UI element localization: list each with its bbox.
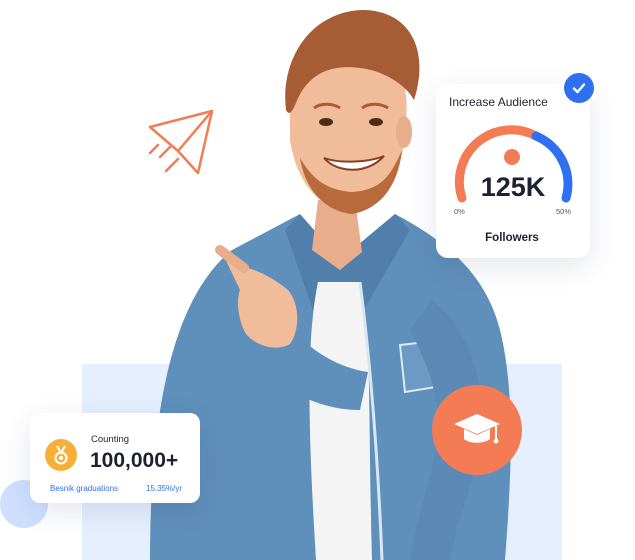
check-icon (572, 83, 586, 94)
hero-stage: Increase Audience 125K 0% 50% Followers (0, 0, 635, 560)
audience-card: Increase Audience 125K 0% 50% Followers (436, 84, 590, 258)
audience-value: 125K (480, 172, 546, 202)
audience-label: Followers (485, 232, 539, 244)
counting-value: 100,000+ (90, 449, 179, 472)
gauge-indicator-dot (504, 149, 520, 165)
counting-title: Counting (91, 434, 130, 445)
graduation-cap-icon (454, 414, 500, 444)
medal-badge (45, 439, 77, 471)
paper-plane-icon (148, 109, 214, 175)
graduation-badge (432, 385, 522, 475)
counting-footer-left: Besnik graduations (50, 484, 119, 493)
audience-title: Increase Audience (449, 95, 548, 109)
check-badge (564, 73, 594, 103)
counting-card: Counting 100,000+ Besnik graduations 15.… (30, 413, 200, 503)
medal-icon (54, 445, 68, 465)
gauge-max-label: 50% (556, 207, 572, 216)
gauge-min-label: 0% (454, 207, 465, 216)
counting-footer-right: 15.35%/yr (146, 484, 183, 493)
